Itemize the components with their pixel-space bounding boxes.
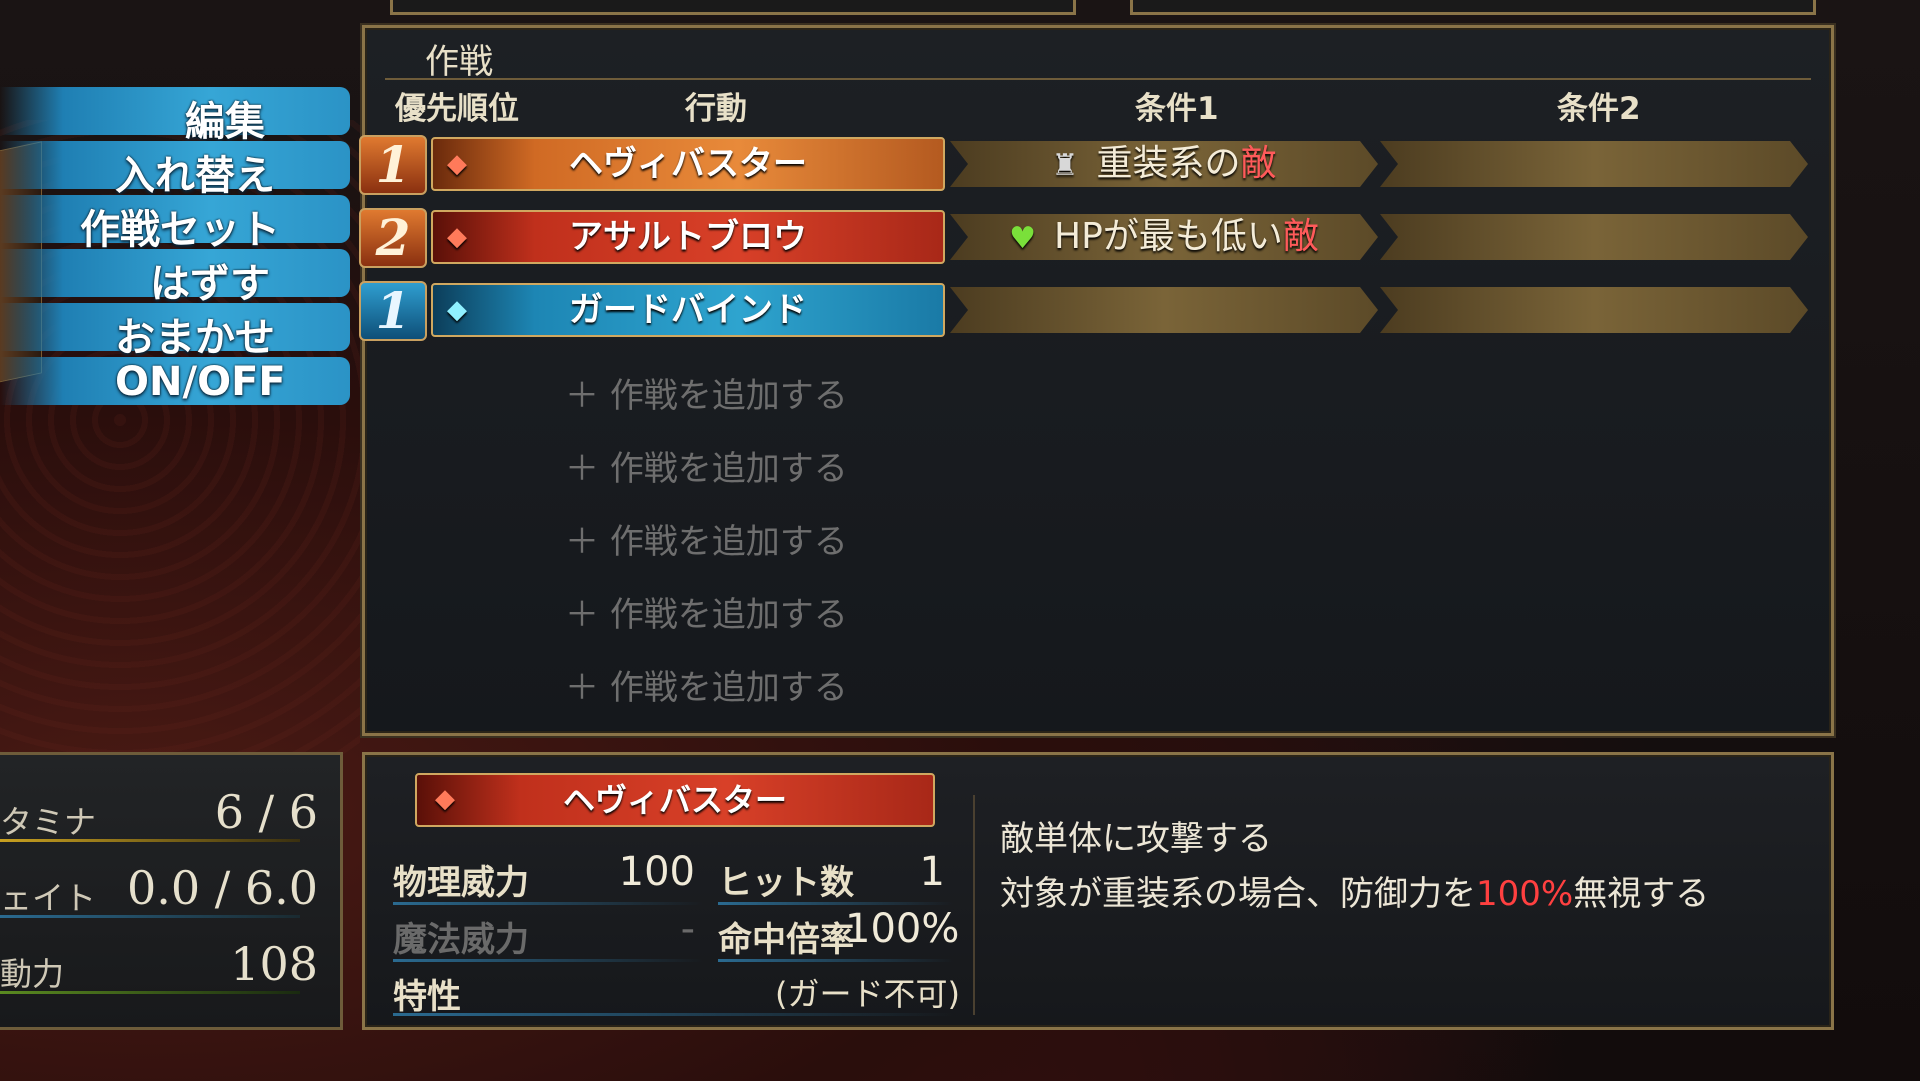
priority-badge: 1 (359, 281, 427, 341)
accuracy-label: 命中倍率 (718, 920, 854, 960)
add-tactic-label: 作戦を追加する (609, 449, 848, 489)
top-frame-left (390, 0, 1076, 15)
condition-text: 重装系の (1096, 143, 1241, 184)
condition1-slot[interactable]: ♥ HPが最も低い敵 (950, 214, 1378, 260)
add-tactic-label: 作戦を追加する (609, 522, 848, 562)
hit-count-label: ヒット数 (718, 863, 854, 903)
weight-label: ェイト (0, 879, 97, 917)
condition2-slot[interactable] (1380, 141, 1808, 187)
description-text: 無視する (1573, 874, 1710, 914)
panel-title: 作戦 (425, 42, 493, 82)
plus-icon: ＋ (565, 522, 610, 562)
action-slot[interactable]: ◆ アサルトブロウ (431, 210, 945, 264)
header-action: 行動 (685, 91, 747, 127)
menu-remove[interactable]: はずす (0, 249, 350, 307)
condition-enemy: 敵 (1240, 143, 1277, 184)
command-menu: 編集 入れ替え 作戦セット はずす おまかせ ON/OFF (0, 87, 350, 411)
stat-underline (393, 1013, 953, 1016)
heart-icon: ♥ (1009, 221, 1037, 256)
header-cond2: 条件2 (1557, 91, 1641, 127)
red-gem-icon: ◆ (447, 222, 467, 252)
action-label: アサルトブロウ (569, 217, 807, 257)
tactic-row[interactable]: 1 ◆ ガードバインド (359, 281, 1831, 341)
menu-swap-label: 入れ替え (115, 153, 275, 199)
header-priority: 優先順位 (395, 91, 519, 127)
red-gem-icon: ◆ (447, 149, 467, 179)
action-label: ヘヴィバスター (569, 144, 807, 184)
menu-auto-label: おまかせ (115, 315, 275, 361)
detail-divider (973, 795, 975, 1015)
tactic-row[interactable]: 1 ◆ ヘヴィバスター ♜ 重装系の敵 (359, 135, 1831, 195)
stat-underline (718, 902, 953, 905)
plus-icon: ＋ (565, 595, 610, 635)
power-value: 108 (230, 937, 318, 991)
menu-remove-label: はずす (150, 261, 270, 307)
menu-toggle-label: ON/OFF (115, 359, 286, 405)
condition1-slot[interactable] (950, 287, 1378, 333)
armor-icon: ♜ (1051, 148, 1079, 183)
accuracy-value: 100% (845, 906, 960, 952)
stamina-bar (0, 839, 300, 842)
stamina-label: タミナ (0, 803, 97, 841)
skill-name: ヘヴィバスター (562, 781, 787, 819)
menu-tactic-set-label: 作戦セット (80, 207, 280, 253)
add-tactic-button[interactable]: ＋ 作戦を追加する (565, 441, 848, 490)
skill-name-banner: ◆ ヘヴィバスター (415, 773, 935, 827)
cyan-gem-icon: ◆ (447, 295, 467, 325)
stat-underline (718, 959, 953, 962)
trait-label: 特性 (393, 977, 461, 1017)
menu-edit-label: 編集 (185, 99, 265, 145)
condition2-slot[interactable] (1380, 287, 1808, 333)
add-tactic-button[interactable]: ＋ 作戦を追加する (565, 587, 848, 636)
add-tactic-label: 作戦を追加する (609, 668, 848, 708)
stat-underline (393, 959, 703, 962)
weight-value: 0.0 / 6.0 (126, 861, 318, 915)
hit-count-value: 1 (919, 849, 945, 895)
skill-description-line1: 敵単体に攻撃する (1000, 819, 1272, 859)
top-frame-right (1130, 0, 1816, 15)
condition-text: HPが最も低い (1054, 216, 1283, 257)
phys-power-label: 物理威力 (393, 863, 529, 903)
description-highlight: 100% (1476, 874, 1574, 914)
power-bar (0, 991, 300, 994)
plus-icon: ＋ (565, 668, 610, 708)
add-tactic-label: 作戦を追加する (609, 376, 848, 416)
description-text: 対象が重装系の場合、防御力を (1000, 874, 1476, 914)
menu-swap[interactable]: 入れ替え (0, 141, 350, 199)
menu-toggle[interactable]: ON/OFF (0, 357, 350, 405)
add-tactic-button[interactable]: ＋ 作戦を追加する (565, 514, 848, 563)
add-tactic-button[interactable]: ＋ 作戦を追加する (565, 368, 848, 417)
plus-icon: ＋ (565, 449, 610, 489)
magic-power-value: - (680, 906, 695, 952)
skill-detail-panel: ◆ ヘヴィバスター 物理威力 100 ヒット数 1 魔法威力 - 命中倍率 10… (362, 752, 1834, 1030)
plus-icon: ＋ (565, 376, 610, 416)
condition1-slot[interactable]: ♜ 重装系の敵 (950, 141, 1378, 187)
menu-auto[interactable]: おまかせ (0, 303, 350, 361)
stat-underline (393, 902, 703, 905)
skill-description-line2: 対象が重装系の場合、防御力を100%無視する (1000, 866, 1709, 915)
menu-tactic-set[interactable]: 作戦セット (0, 195, 350, 253)
menu-edit[interactable]: 編集 (0, 87, 350, 145)
condition2-slot[interactable] (1380, 214, 1808, 260)
action-slot[interactable]: ◆ ヘヴィバスター (431, 137, 945, 191)
priority-badge: 2 (359, 208, 427, 268)
tactics-panel: 作戦 優先順位 行動 条件1 条件2 1 ◆ ヘヴィバスター ♜ 重装系の敵 2 … (359, 25, 1834, 736)
power-label: 動力 (0, 955, 65, 993)
action-label: ガードバインド (569, 290, 807, 330)
tactic-row[interactable]: 2 ◆ アサルトブロウ ♥ HPが最も低い敵 (359, 208, 1831, 268)
stamina-value: 6 / 6 (214, 785, 318, 839)
condition-enemy: 敵 (1282, 216, 1319, 257)
header-cond1: 条件1 (1135, 91, 1219, 127)
weight-bar (0, 915, 300, 918)
character-status-box: タミナ 6 / 6 ェイト 0.0 / 6.0 動力 108 (0, 752, 343, 1030)
title-divider (385, 78, 1811, 80)
priority-badge: 1 (359, 135, 427, 195)
add-tactic-button[interactable]: ＋ 作戦を追加する (565, 660, 848, 709)
add-tactic-label: 作戦を追加する (609, 595, 848, 635)
magic-power-label: 魔法威力 (393, 920, 529, 960)
red-gem-icon: ◆ (435, 784, 455, 814)
trait-value: (ガード不可) (775, 975, 960, 1013)
phys-power-value: 100 (618, 849, 695, 895)
action-slot[interactable]: ◆ ガードバインド (431, 283, 945, 337)
